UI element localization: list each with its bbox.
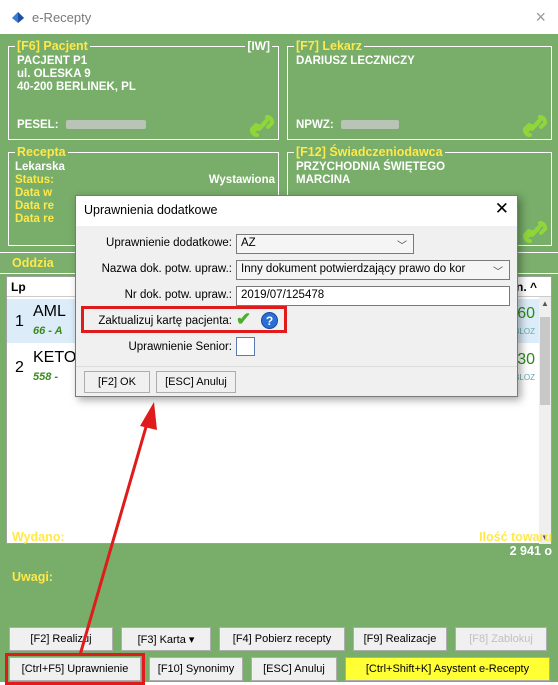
npwz-value-redacted <box>340 120 399 130</box>
window-title: e-Recepty <box>32 9 92 25</box>
row-qty: 60 <box>517 305 535 322</box>
dialog-cancel-button[interactable]: [ESC] Anuluj <box>156 371 236 393</box>
anuluj-button[interactable]: [ESC] Anuluj <box>251 657 337 681</box>
dialog-title: Uprawnienia dodatkowe <box>84 203 218 217</box>
nr-label: Nr dok. potw. upraw.: <box>124 289 232 301</box>
pacjent-name: PACJENT P1 <box>17 55 88 67</box>
dialog-footer: [F2] OK [ESC] Anuluj <box>76 366 517 396</box>
row-name: KETO <box>33 349 77 366</box>
zablokuj-button[interactable]: [F8] Zablokuj <box>455 627 547 651</box>
uprawnienie-value: AZ <box>241 237 256 249</box>
pacjent-street: ul. OLESKA 9 <box>17 68 91 80</box>
pacjent-city: 40-200 BERLINEK, PL <box>17 81 136 93</box>
realizuj-button[interactable]: [F2] Realizuj <box>9 627 113 651</box>
window-titlebar: e-Recepty × <box>0 0 558 34</box>
chevron-down-icon: ﹀ <box>397 241 407 252</box>
lekarz-legend: [F7] Lekarz <box>294 39 364 53</box>
swiadczeniodawca-line-2: MARCINA <box>296 174 351 186</box>
uprawnienie-label: Uprawnienie dodatkowe: <box>106 237 232 249</box>
nazwa-label: Nazwa dok. potw. upraw.: <box>101 263 232 275</box>
dialog-ok-button[interactable]: [F2] OK <box>84 371 150 393</box>
ilosc-value: 2 941 o <box>509 544 552 558</box>
nazwa-value: Inny dokument potwierdzający prawo do ko… <box>241 263 466 275</box>
pesel-label: PESEL: <box>17 119 59 131</box>
wydano-label: Wydano: <box>12 530 65 544</box>
row-lp: 2 <box>15 359 24 376</box>
row-lp: 1 <box>15 313 24 330</box>
scroll-up-icon[interactable]: ▲ <box>541 299 549 308</box>
recepta-legend: Recepta <box>15 145 68 159</box>
karta-button[interactable]: [F3] Karta ▾ <box>121 627 211 651</box>
pacjent-legend: [F6] Pacjent <box>15 39 90 53</box>
link-icon[interactable] <box>521 219 549 245</box>
uprawnienie-highlight <box>5 653 145 685</box>
app-icon <box>12 12 24 23</box>
uwagi-label: Uwagi: <box>12 570 53 584</box>
asystent-button[interactable]: [Ctrl+Shift+K] Asystent e-Recepty <box>345 657 550 681</box>
pobierz-recepty-button[interactable]: [F4] Pobierz recepty <box>219 627 345 651</box>
pacjent-panel[interactable]: [F6] Pacjent [IW] PACJENT P1 ul. OLESKA … <box>8 39 279 140</box>
lekarz-name: DARIUSZ LECZNICZY <box>296 55 415 67</box>
recepta-status-value: Wystawiona <box>208 174 275 186</box>
lekarz-panel[interactable]: [F7] Lekarz DARIUSZ LECZNICZY NPWZ: <box>287 39 552 140</box>
nr-input[interactable]: 2019/07/125478 <box>236 286 510 306</box>
ilosc-label: Ilość towaru <box>479 530 552 544</box>
grid-col-lp: Lp <box>11 280 26 294</box>
recepta-type: Lekarska <box>15 161 65 173</box>
recepta-status-label: Status: <box>15 174 54 186</box>
senior-label: Uprawnienie Senior: <box>128 341 232 353</box>
link-icon[interactable] <box>521 113 549 139</box>
row-sub: 66 - A <box>33 325 63 337</box>
pacjent-iw: [IW] <box>245 39 272 53</box>
dialog-close-icon[interactable]: ✕ <box>495 199 509 219</box>
row-sub: 558 - <box>33 371 59 383</box>
row-qty: 30 <box>517 351 535 368</box>
swiadczeniodawca-legend: [F12] Świadczeniodawca <box>294 145 445 159</box>
pesel-value-redacted <box>65 120 146 130</box>
senior-checkbox[interactable] <box>236 337 255 356</box>
swiadczeniodawca-line-1: PRZYCHODNIA ŚWIĘTEGO <box>296 161 446 173</box>
npwz-label: NPWZ: <box>296 119 334 131</box>
link-icon[interactable] <box>248 113 276 139</box>
zaktualizuj-highlight <box>81 306 287 333</box>
row-name: AML <box>33 303 66 320</box>
nazwa-select[interactable]: Inny dokument potwierdzający prawo do ko… <box>236 260 510 280</box>
chevron-down-icon: ﹀ <box>493 267 503 278</box>
synonimy-button[interactable]: [F10] Synonimy <box>149 657 243 681</box>
oddzial-label: Oddzia <box>12 256 54 270</box>
grid-scrollbar[interactable]: ▲ ▼ <box>539 297 551 544</box>
scroll-thumb[interactable] <box>540 317 550 405</box>
dialog-body: Uprawnienie dodatkowe: AZ ﹀ Nazwa dok. p… <box>76 226 517 366</box>
realizacje-button[interactable]: [F9] Realizacje <box>353 627 447 651</box>
uprawnienie-select[interactable]: AZ ﹀ <box>236 234 414 254</box>
window-close-button[interactable]: × <box>535 7 546 28</box>
uprawnienia-dialog: Uprawnienia dodatkowe ✕ Uprawnienie doda… <box>75 195 518 397</box>
